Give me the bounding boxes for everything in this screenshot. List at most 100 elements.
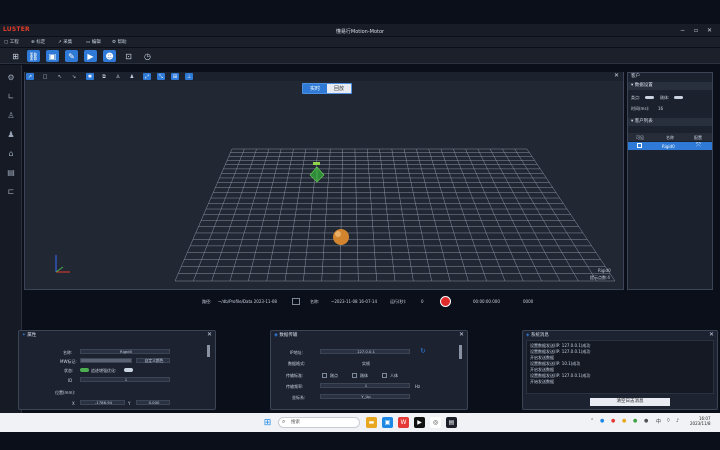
body-checkbox[interactable] [382,373,387,378]
search-icon: ⌕ [282,418,286,425]
expand-icon[interactable]: ⤢ [143,73,151,80]
tab-replay[interactable]: 回放 [327,84,352,93]
browse-button[interactable] [292,298,300,305]
clock-icon[interactable]: ◷ [141,50,154,62]
tray-app-icon-4[interactable]: ● [633,418,637,424]
x-field[interactable]: -1786.94 [80,400,125,405]
briefcase-icon[interactable]: ⊡ [122,50,135,62]
people-icon[interactable]: ♟ [5,130,17,142]
maximize-button[interactable]: ▫ [694,27,698,34]
enhance-toggle[interactable] [124,368,133,372]
ime-icon[interactable]: 中 [656,418,661,425]
windows-start-icon[interactable]: ⊞ [262,417,273,428]
name-value[interactable]: ~2023-11-08 16-07-14 [331,299,377,304]
transfer-close-icon[interactable]: ✕ [459,331,464,338]
chart-icon[interactable]: ∟ [5,92,17,104]
duration-value[interactable]: 0 [421,299,424,304]
minimize-button[interactable]: − [680,27,685,34]
terminal-icon[interactable]: ▶ [414,417,425,428]
path-value: ~/db/Profile/Data 2023-11-08 [218,299,277,304]
id-field[interactable]: 1 [80,377,170,382]
tray-app-icon-5[interactable]: ● [644,418,648,424]
time-value[interactable]: 16 [658,106,663,111]
attributes-close-icon[interactable]: ✕ [207,331,212,338]
client-list-header[interactable]: ▾ 客户列表 [628,118,712,126]
users-small-icon[interactable]: ♟ [128,73,136,80]
rigid-checkbox[interactable] [352,373,357,378]
tray-chevron-icon[interactable]: ⌃ [590,418,594,424]
custom-color-button[interactable]: 自定义颜色 [136,358,170,363]
tray-app-icon-2[interactable]: ● [611,418,615,424]
axis-icon[interactable]: ⊥ [185,73,193,80]
taskbar-search-input[interactable]: 搜索 [278,417,360,428]
table-row[interactable]: Rigid0 ⤧ [628,142,712,150]
users-icon[interactable]: ☻ [103,50,116,62]
transfer-title: ◉ 数据传输 [274,333,298,338]
format-value[interactable]: 实帧 [362,361,370,367]
standard-label: 传输标准: [286,373,304,378]
rigid-body-marker[interactable] [309,162,325,183]
close-window-button[interactable]: ✕ [707,27,712,34]
frame-icon[interactable]: ▣ [46,50,59,62]
config-icon[interactable]: ⤧ [696,142,701,150]
points-checkbox[interactable] [322,373,327,378]
tray-app-icon-1[interactable]: ● [600,418,604,424]
coord-field[interactable]: Y_Up [320,394,410,399]
wifi-icon[interactable]: ⌔ [666,418,671,424]
tray-app-icon-3[interactable]: ● [622,418,626,424]
elapsed-time: 00:00:00.000 [473,299,500,304]
arrow-icon[interactable]: ↘ [70,73,78,80]
menu-project[interactable]: ▢ 工程 [4,39,19,45]
settings-icon[interactable]: ⚙ [5,73,17,85]
refresh-icon[interactable]: ↻ [420,347,426,355]
transfer-scrollbar[interactable] [459,345,462,359]
square-icon[interactable]: □ [41,73,49,80]
marker-point[interactable] [333,229,349,245]
record-button[interactable] [440,296,451,307]
stats-icon[interactable]: ▤ [5,168,17,180]
photos-icon[interactable]: ◎ [430,417,441,428]
menu-help[interactable]: ⚙ 帮助 [112,39,126,45]
menu-edit[interactable]: ▭ 编辑 [86,39,101,45]
grid-small-icon[interactable]: ⊞ [171,73,179,80]
clear-log-button[interactable]: 清空日志消息 [590,398,670,406]
pin-icon[interactable]: ↗ [26,73,34,80]
person-icon[interactable]: ♙ [5,111,17,123]
layout-grid-icon[interactable]: ⊞ [9,50,22,62]
office-icon[interactable]: W [398,417,409,428]
volume-icon[interactable]: ♪ [676,418,679,424]
data-settings-header[interactable]: ▾ 数据设置 [628,82,712,90]
gear-small-icon[interactable]: ✱ [86,73,94,80]
rigid-name-label: Rigid0 [598,268,611,273]
system-clock[interactable]: 16:07 2023/11/8 [690,416,711,426]
attributes-scrollbar[interactable] [207,345,210,357]
file-explorer-icon[interactable]: ▬ [366,417,377,428]
cursor-icon[interactable]: ↖ [56,73,64,80]
store-icon[interactable]: ▣ [382,417,393,428]
network-icon[interactable]: ⊏ [5,187,17,199]
visible-checkbox[interactable] [637,143,642,148]
messages-close-icon[interactable]: ✕ [709,331,714,338]
menu-capture[interactable]: ↗ 采集 [58,39,72,45]
y-field[interactable]: 0.000 [136,400,170,405]
points-toggle[interactable] [645,96,654,99]
tracking-toggle[interactable] [80,368,89,372]
user-small-icon[interactable]: ♙ [114,73,122,80]
tab-live[interactable]: 实时 [303,84,328,93]
menu-calibrate[interactable]: ⊕ 标定 [31,39,45,45]
rate-field[interactable]: 1 [320,383,410,388]
copy-icon[interactable]: ⧉ [100,73,108,80]
path-label: 路径: [202,299,212,304]
ip-field[interactable]: 127.0.0.1 [320,349,410,354]
trash-icon[interactable]: ⌂ [5,149,17,161]
rate-label: 传输频率: [286,384,304,389]
color-picker[interactable] [80,358,132,363]
shrink-icon[interactable]: ⤡ [157,73,165,80]
camera-icon[interactable]: ▶ [84,50,97,62]
motion-app-icon[interactable]: ▤ [446,417,457,428]
pen-icon[interactable]: ✎ [65,50,78,62]
name-field[interactable]: Rigid0 [80,349,170,354]
rigid-toggle[interactable] [674,96,683,99]
viewport-close-icon[interactable]: ✕ [614,72,619,79]
link-icon[interactable]: ⛓ [27,50,40,62]
